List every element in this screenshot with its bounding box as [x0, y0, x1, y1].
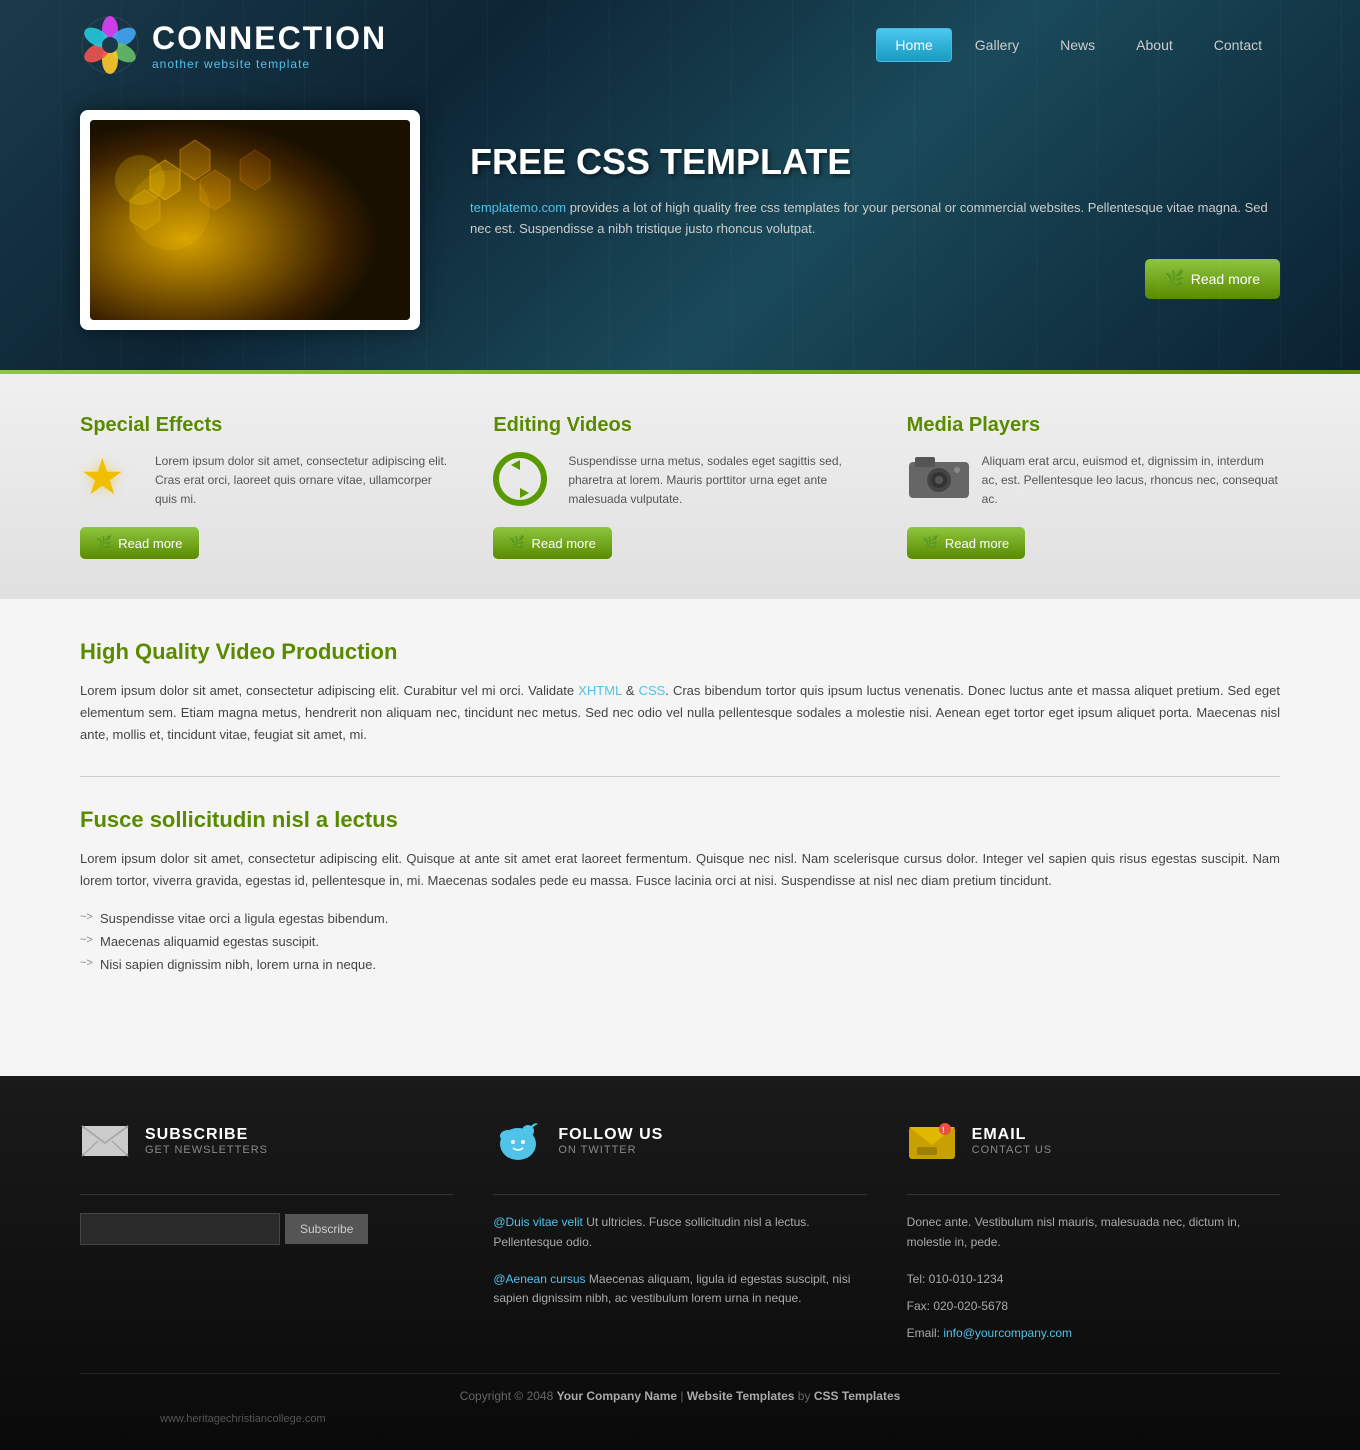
email-contact: Email: info@yourcompany.com	[907, 1324, 1280, 1343]
list-item: Nisi sapien dignissim nibh, lorem urna i…	[80, 953, 1280, 976]
logo-text: CONNECTION another website template	[152, 20, 387, 71]
feature-2-title: Editing Videos	[493, 414, 866, 437]
website-templates-link[interactable]: Website Templates	[687, 1389, 795, 1403]
email-subtitle: CONTACT US	[972, 1144, 1053, 1156]
nav-news[interactable]: News	[1042, 29, 1113, 61]
feature-2-read-more-button[interactable]: 🌿 Read more	[493, 527, 612, 559]
subscribe-header: SUBSCRIBE GET NEWSLETTERS	[80, 1116, 453, 1166]
tweet-2-handle[interactable]: @Aenean cursus	[493, 1272, 585, 1286]
feature-special-effects: Special Effects ★ Lorem ipsum dolor sit …	[80, 414, 453, 559]
subscribe-button[interactable]: Subscribe	[285, 1214, 368, 1244]
logo-area: CONNECTION another website template	[80, 15, 387, 75]
site-url: www.heritagechristiancollege.com	[80, 1408, 1280, 1430]
tweet-1: @Duis vitae velit Ut ultricies. Fusce so…	[493, 1213, 866, 1251]
subscribe-input[interactable]	[80, 1213, 280, 1245]
email-divider	[907, 1194, 1280, 1195]
footer-email: ! EMAIL CONTACT US Donec ante. Vestibulu…	[907, 1116, 1280, 1343]
email-fax: Fax: 020-020-5678	[907, 1297, 1280, 1316]
site-tagline: another website template	[152, 57, 387, 71]
list-item: Maecenas aliquamid egestas suscipit.	[80, 930, 1280, 953]
tweet-2: @Aenean cursus Maecenas aliquam, ligula …	[493, 1270, 866, 1308]
content-1-title: High Quality Video Production	[80, 639, 1280, 665]
hero-image	[90, 120, 410, 320]
subscribe-subtitle: GET NEWSLETTERS	[145, 1144, 268, 1156]
feature-media-players: Media Players Aliquam erat arcu, euismod…	[907, 414, 1280, 559]
svg-text:!: !	[942, 1126, 945, 1135]
nav-home[interactable]: Home	[876, 28, 951, 62]
feature-3-title: Media Players	[907, 414, 1280, 437]
follow-title: FOLLOW US	[558, 1126, 663, 1144]
content-2-text: Lorem ipsum dolor sit amet, consectetur …	[80, 848, 1280, 892]
email-header: ! EMAIL CONTACT US	[907, 1116, 1280, 1166]
feature-1-text: Lorem ipsum dolor sit amet, consectetur …	[155, 452, 453, 510]
feature-1-btn-icon: 🌿	[96, 535, 112, 551]
email-title-wrap: EMAIL CONTACT US	[972, 1126, 1053, 1156]
feature-3-read-more-button[interactable]: 🌿 Read more	[907, 527, 1026, 559]
feature-1-body: ★ Lorem ipsum dolor sit amet, consectetu…	[80, 452, 453, 512]
hero-section: FREE CSS TEMPLATE templatemo.com provide…	[0, 90, 1360, 370]
email-address-text: Donec ante. Vestibulum nisl mauris, male…	[907, 1213, 1280, 1251]
subscribe-divider	[80, 1194, 453, 1195]
features-grid: Special Effects ★ Lorem ipsum dolor sit …	[80, 414, 1280, 559]
nav-contact[interactable]: Contact	[1196, 29, 1280, 61]
read-more-icon: 🌿	[1165, 269, 1185, 289]
subscribe-row: Subscribe	[80, 1213, 453, 1245]
subscribe-title: SUBSCRIBE	[145, 1126, 268, 1144]
footer-grid: SUBSCRIBE GET NEWSLETTERS Subscribe	[80, 1116, 1280, 1343]
hero-link[interactable]: templatemo.com	[470, 200, 566, 215]
feature-2-text: Suspendisse urna metus, sodales eget sag…	[568, 452, 866, 510]
feature-2-btn-icon: 🌿	[509, 535, 525, 551]
feature-1-title: Special Effects	[80, 414, 453, 437]
css-link[interactable]: CSS	[639, 683, 666, 698]
follow-subtitle: ON TWITTER	[558, 1144, 663, 1156]
content-2-title: Fusce sollicitudin nisl a lectus	[80, 807, 1280, 833]
feature-3-body: Aliquam erat arcu, euismod et, dignissim…	[907, 452, 1280, 512]
content-section-1: High Quality Video Production Lorem ipsu…	[80, 639, 1280, 777]
feature-1-read-more-button[interactable]: 🌿 Read more	[80, 527, 199, 559]
company-name-link[interactable]: Your Company Name	[557, 1389, 677, 1403]
xhtml-link[interactable]: XHTML	[578, 683, 622, 698]
camera-icon	[907, 452, 967, 512]
email-tel: Tel: 010-010-1234	[907, 1270, 1280, 1289]
nav-gallery[interactable]: Gallery	[957, 29, 1037, 61]
hero-content: FREE CSS TEMPLATE templatemo.com provide…	[470, 141, 1280, 300]
email-link[interactable]: info@yourcompany.com	[943, 1326, 1072, 1340]
nav-about[interactable]: About	[1118, 29, 1191, 61]
refresh-icon	[493, 452, 553, 512]
feature-2-body: Suspendisse urna metus, sodales eget sag…	[493, 452, 866, 512]
logo-icon	[80, 15, 140, 75]
footer: SUBSCRIBE GET NEWSLETTERS Subscribe	[0, 1076, 1360, 1450]
header-top: CONNECTION another website template Home…	[0, 0, 1360, 90]
twitter-icon	[493, 1116, 543, 1166]
header: CONNECTION another website template Home…	[0, 0, 1360, 370]
footer-follow: FOLLOW US ON TWITTER @Duis vitae velit U…	[493, 1116, 866, 1343]
envelope-icon	[80, 1116, 130, 1166]
content-2-list: Suspendisse vitae orci a ligula egestas …	[80, 907, 1280, 976]
footer-subscribe: SUBSCRIBE GET NEWSLETTERS Subscribe	[80, 1116, 453, 1343]
hero-image-wrap	[80, 110, 420, 330]
star-icon: ★	[80, 452, 140, 512]
content-section-2: Fusce sollicitudin nisl a lectus Lorem i…	[80, 807, 1280, 1006]
css-templates-link[interactable]: CSS Templates	[814, 1389, 900, 1403]
feature-editing-videos: Editing Videos Suspendisse urna metus, s…	[493, 414, 866, 559]
content-section: High Quality Video Production Lorem ipsu…	[0, 599, 1360, 1076]
list-item: Suspendisse vitae orci a ligula egestas …	[80, 907, 1280, 930]
email-icon: !	[907, 1116, 957, 1166]
follow-title-wrap: FOLLOW US ON TWITTER	[558, 1126, 663, 1156]
main-nav: Home Gallery News About Contact	[876, 28, 1280, 62]
footer-bottom: Copyright © 2048 Your Company Name | Web…	[80, 1373, 1280, 1403]
subscribe-title-wrap: SUBSCRIBE GET NEWSLETTERS	[145, 1126, 268, 1156]
feature-3-text: Aliquam erat arcu, euismod et, dignissim…	[982, 452, 1280, 510]
hero-description: templatemo.com provides a lot of high qu…	[470, 198, 1280, 240]
follow-divider	[493, 1194, 866, 1195]
site-name: CONNECTION	[152, 20, 387, 57]
feature-3-btn-icon: 🌿	[923, 535, 939, 551]
features-section: Special Effects ★ Lorem ipsum dolor sit …	[0, 374, 1360, 599]
email-title: EMAIL	[972, 1126, 1053, 1144]
content-1-text: Lorem ipsum dolor sit amet, consectetur …	[80, 680, 1280, 746]
follow-header: FOLLOW US ON TWITTER	[493, 1116, 866, 1166]
hero-title: FREE CSS TEMPLATE	[470, 141, 1280, 183]
tweet-1-handle[interactable]: @Duis vitae velit	[493, 1215, 583, 1229]
hero-read-more-button[interactable]: 🌿 Read more	[1145, 259, 1280, 299]
